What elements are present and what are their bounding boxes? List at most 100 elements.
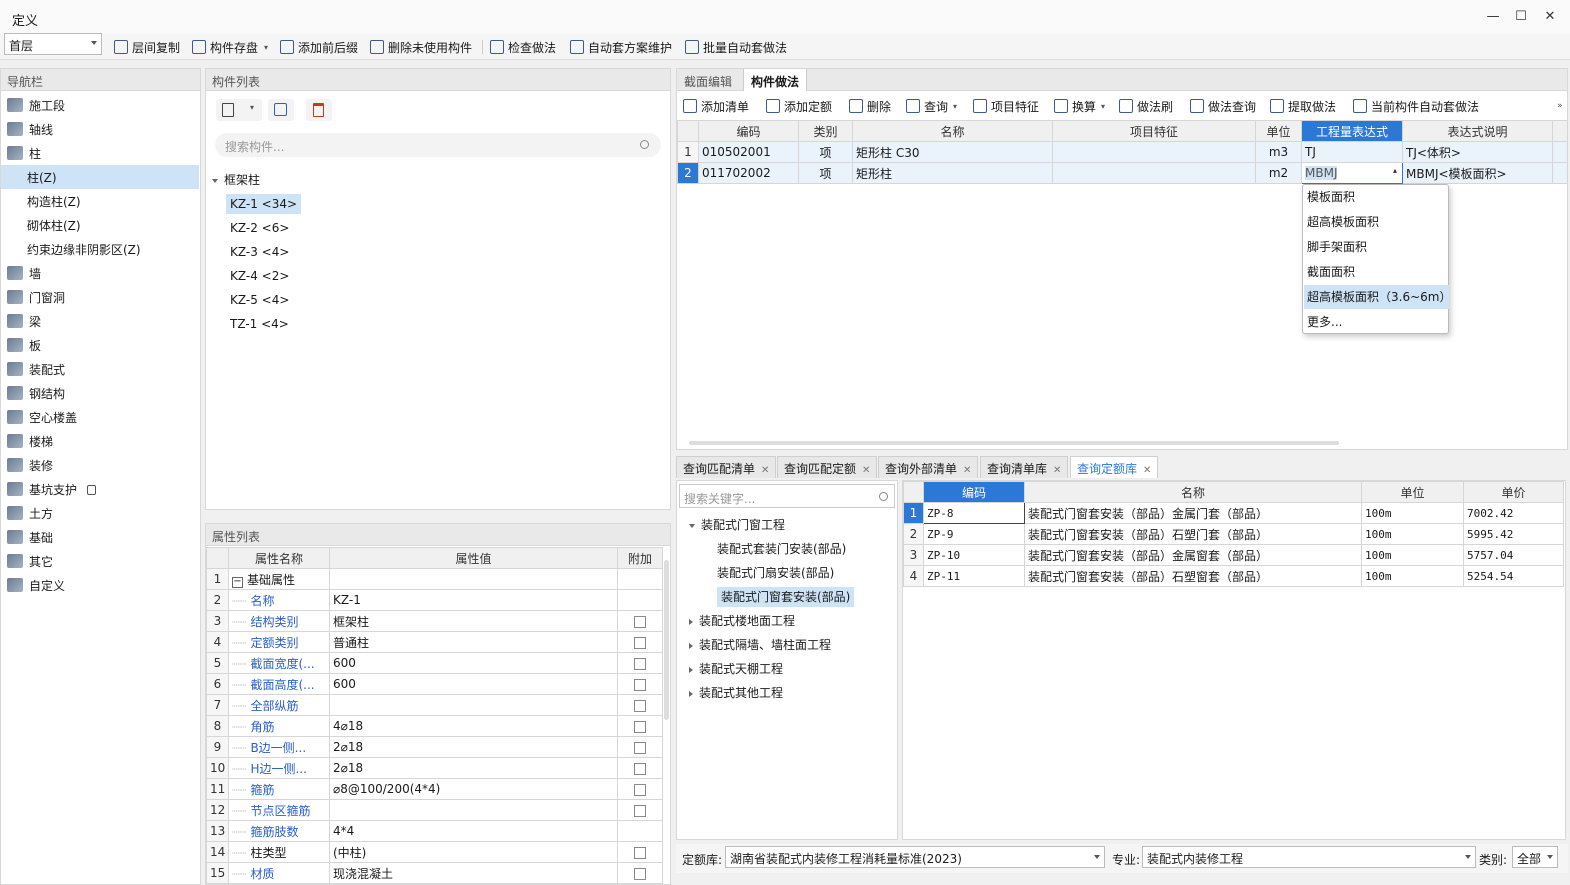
method-query-button[interactable]: 做法查询 xyxy=(1190,97,1256,115)
property-value[interactable]: 框架柱 xyxy=(329,610,618,632)
sidebar-item[interactable]: 柱(Z) xyxy=(1,165,199,189)
sidebar-item[interactable]: 约束边缘非阴影区(Z) xyxy=(1,237,199,261)
quota-unit[interactable]: 100m xyxy=(1361,523,1464,545)
property-row[interactable]: 3 ┈┈ 结构类别 框架柱 xyxy=(206,610,663,632)
sidebar-item[interactable]: 柱 xyxy=(1,141,199,165)
component-item[interactable]: TZ-1 <4> xyxy=(230,314,289,334)
query-tab[interactable]: 查询清单库 ✕ xyxy=(980,456,1069,478)
quota-price[interactable]: 5757.04 xyxy=(1463,544,1564,566)
property-value[interactable]: 现浇混凝土 xyxy=(329,862,618,884)
extra-checkbox[interactable] xyxy=(634,699,646,712)
item-feature-button[interactable]: 项目特征 xyxy=(973,97,1039,115)
sidebar-item[interactable]: 轴线 xyxy=(1,117,199,141)
close-icon[interactable]: ✕ xyxy=(1143,465,1151,476)
quota-tree-node[interactable]: 装配式其他工程 xyxy=(689,683,783,703)
check-method-button[interactable]: 检查做法 xyxy=(490,38,556,56)
component-group[interactable]: 框架柱 xyxy=(212,170,260,190)
extra-checkbox[interactable] xyxy=(634,720,646,733)
quota-lib-select[interactable]: 湖南省装配式内装修工程消耗量标准(2023) xyxy=(725,846,1105,868)
sidebar-item[interactable]: 砌体柱(Z) xyxy=(1,213,199,237)
close-icon[interactable]: ✕ xyxy=(761,465,769,476)
quota-tree-node[interactable]: 装配式天棚工程 xyxy=(689,659,783,679)
query-tab[interactable]: 查询匹配定额 ✕ xyxy=(777,456,878,478)
property-value[interactable]: (中柱) xyxy=(329,841,618,863)
method-name[interactable]: 矩形柱 C30 xyxy=(852,141,1053,163)
quota-code[interactable]: ZP-10 xyxy=(923,544,1025,566)
property-scrollbar[interactable] xyxy=(664,560,669,720)
query-tab[interactable]: 查询定额库 ✕ xyxy=(1070,456,1159,478)
keyword-search-input[interactable]: 搜索关键字... xyxy=(679,484,895,508)
component-item[interactable]: KZ-5 <4> xyxy=(230,290,289,310)
quota-tree-node[interactable]: 装配式门扇安装(部品) xyxy=(717,563,834,583)
delete-unused-button[interactable]: 删除未使用构件 xyxy=(370,38,472,56)
collapse-icon[interactable] xyxy=(689,523,695,528)
expression-option[interactable]: 超高模板面积 xyxy=(1304,210,1449,234)
component-item[interactable]: KZ-3 <4> xyxy=(230,242,289,262)
close-icon[interactable]: ✕ xyxy=(1541,8,1559,26)
close-icon[interactable]: ✕ xyxy=(963,465,971,476)
method-unit[interactable]: m3 xyxy=(1255,141,1302,163)
component-item[interactable]: KZ-1 <34> xyxy=(226,194,302,214)
property-value[interactable]: KZ-1 xyxy=(329,589,618,611)
extra-checkbox[interactable] xyxy=(634,804,646,817)
quota-tree-node[interactable]: 装配式隔墙、墙柱面工程 xyxy=(689,635,831,655)
quota-price[interactable]: 5254.54 xyxy=(1463,565,1564,587)
component-item[interactable]: KZ-2 <6> xyxy=(230,218,289,238)
chevron-up-icon[interactable]: ▴ xyxy=(1393,166,1397,175)
sidebar-item[interactable]: 钢结构 xyxy=(1,381,199,405)
method-type[interactable]: 项 xyxy=(798,162,853,184)
quota-tree-node[interactable]: 装配式套装门安装(部品) xyxy=(717,539,846,559)
query-tab[interactable]: 查询匹配清单 ✕ xyxy=(676,456,777,478)
quota-name[interactable]: 装配式门窗套安装（部品）石塑门套（部品） xyxy=(1024,523,1362,545)
property-row[interactable]: 7 ┈┈ 全部纵筋 xyxy=(206,694,663,716)
property-row[interactable]: 1− 基础属性 xyxy=(206,568,663,590)
major-select[interactable]: 装配式内装修工程 xyxy=(1142,846,1476,868)
sidebar-item[interactable]: 其它 xyxy=(1,549,199,573)
save-component-button[interactable]: 构件存盘 ▾ xyxy=(192,38,268,56)
property-value[interactable]: 普通柱 xyxy=(329,631,618,653)
property-row[interactable]: 10 ┈┈ H边一侧... 2⌀18 xyxy=(206,757,663,779)
auto-scheme-button[interactable]: 自动套方案维护 xyxy=(570,38,672,56)
property-value[interactable]: 2⌀18 xyxy=(329,736,618,758)
add-list-button[interactable]: 添加清单 xyxy=(683,97,749,115)
quota-tree-node[interactable]: 装配式门窗工程 xyxy=(689,515,785,535)
property-value[interactable]: 4⌀18 xyxy=(329,715,618,737)
extra-checkbox[interactable] xyxy=(634,846,646,859)
maximize-icon[interactable]: ☐ xyxy=(1512,8,1530,26)
category-select[interactable]: 全部 xyxy=(1512,846,1558,868)
property-row[interactable]: 15 ┈┈ 材质 现浇混凝土 xyxy=(206,862,663,884)
extra-checkbox[interactable] xyxy=(634,615,646,628)
property-value[interactable] xyxy=(329,568,618,590)
property-row[interactable]: 4 ┈┈ 定额类别 普通柱 xyxy=(206,631,663,653)
tab-section-edit[interactable]: 截面编辑 xyxy=(677,69,739,91)
expand-icon[interactable] xyxy=(689,618,693,625)
delete-button[interactable]: 删除 xyxy=(849,97,891,115)
method-type[interactable]: 项 xyxy=(798,141,853,163)
expression-option[interactable]: 模板面积 xyxy=(1304,185,1449,209)
sidebar-item[interactable]: 基础 xyxy=(1,525,199,549)
tab-component-method[interactable]: 构件做法 xyxy=(743,69,808,91)
extra-checkbox[interactable] xyxy=(634,657,646,670)
sidebar-item[interactable]: 装配式 xyxy=(1,357,199,381)
sidebar-item[interactable]: 土方 xyxy=(1,501,199,525)
method-name[interactable]: 矩形柱 xyxy=(852,162,1053,184)
method-row[interactable]: 1 010502001 项矩形柱 C30 m3 TJ TJ<体积> xyxy=(677,141,1568,163)
quota-row[interactable]: 4 ZP-11 装配式门窗套安装（部品）石塑窗套（部品） 100m 5254.54 xyxy=(903,565,1564,587)
property-row[interactable]: 2 ┈┈ 名称 KZ-1 xyxy=(206,589,663,611)
expression-option[interactable]: 截面面积 xyxy=(1304,260,1449,284)
component-item[interactable]: KZ-4 <2> xyxy=(230,266,289,286)
close-icon[interactable]: ✕ xyxy=(862,465,870,476)
sidebar-item[interactable]: 梁 xyxy=(1,309,199,333)
quota-code[interactable]: ZP-8 xyxy=(923,502,1025,524)
method-expr[interactable]: TJ xyxy=(1301,141,1403,163)
property-row[interactable]: 5 ┈┈ 截面宽度(... 600 xyxy=(206,652,663,674)
method-desc[interactable]: TJ<体积> xyxy=(1402,141,1553,163)
property-value[interactable] xyxy=(329,799,618,821)
method-desc[interactable]: MBMJ<模板面积> xyxy=(1402,162,1553,184)
close-icon[interactable]: ✕ xyxy=(1053,465,1061,476)
extra-checkbox[interactable] xyxy=(634,762,646,775)
quota-unit[interactable]: 100m xyxy=(1361,544,1464,566)
extra-checkbox[interactable] xyxy=(634,867,646,880)
method-brush-button[interactable]: 做法刷 xyxy=(1119,97,1173,115)
batch-auto-button[interactable]: 批量自动套做法 xyxy=(685,38,787,56)
